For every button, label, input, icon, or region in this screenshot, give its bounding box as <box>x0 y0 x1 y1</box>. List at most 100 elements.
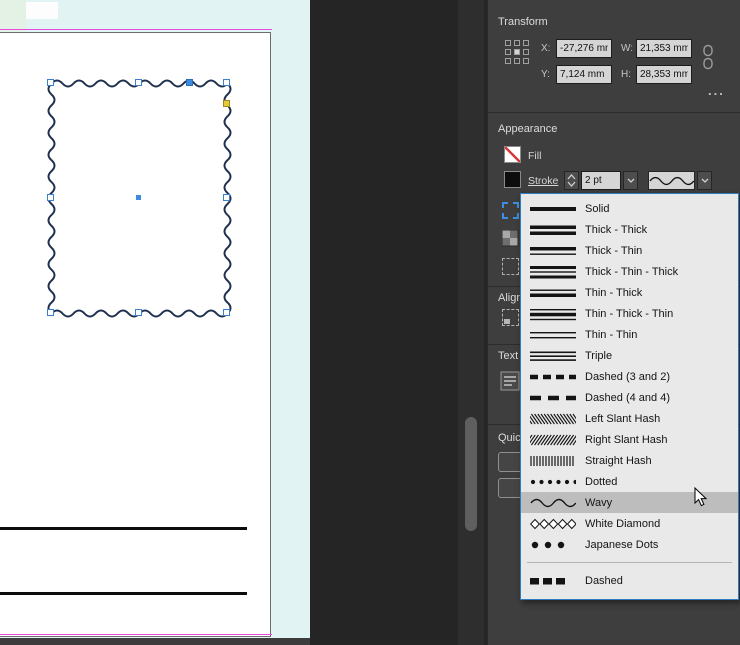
stroke-style-label: Japanese Dots <box>585 539 658 551</box>
stroke-style-option-dashed-4-and-4-[interactable]: Dashed (4 and 4) <box>521 387 738 408</box>
stroke-style-option-triple[interactable]: Triple <box>521 345 738 366</box>
stroke-style-label: Thin - Thick <box>585 287 642 299</box>
stroke-preview-left-slant-hash-icon <box>530 412 576 426</box>
document-window-edge <box>0 638 310 645</box>
stroke-preview-straight-hash-icon <box>530 454 576 468</box>
stroke-preview-wavy-icon <box>530 496 576 510</box>
stroke-weight-dropdown-button[interactable] <box>623 171 638 190</box>
dashed-square-blue-icon[interactable] <box>502 202 519 219</box>
reference-point-cell[interactable] <box>523 58 529 64</box>
stroke-link[interactable]: Stroke <box>528 175 558 187</box>
h-input[interactable] <box>636 65 692 84</box>
artwork-layer <box>0 0 310 645</box>
stroke-preview-thick-thin-icon <box>530 244 576 258</box>
fill-color-swatch[interactable] <box>504 146 521 163</box>
reference-point-cell[interactable] <box>514 40 520 46</box>
reference-point-cell[interactable] <box>505 49 511 55</box>
h-field-label: H: <box>621 69 631 80</box>
reference-point-cell[interactable] <box>505 58 511 64</box>
menu-separator <box>527 562 732 563</box>
stroke-style-label: Dashed (3 and 2) <box>585 371 670 383</box>
stroke-style-option-thick-thin[interactable]: Thick - Thin <box>521 240 738 261</box>
stroke-style-option-left-slant-hash[interactable]: Left Slant Hash <box>521 408 738 429</box>
stroke-preview-dashed-3-2-icon <box>530 370 576 384</box>
stroke-preview-dashed-custom-icon <box>530 574 576 588</box>
constrain-proportions-icon[interactable] <box>702 44 714 75</box>
stroke-style-option-dashed-3-and-2-[interactable]: Dashed (3 and 2) <box>521 366 738 387</box>
stroke-weight-stepper[interactable] <box>564 171 579 190</box>
object-center-point[interactable] <box>136 195 141 200</box>
stroke-style-option-thin-thick[interactable]: Thin - Thick <box>521 282 738 303</box>
w-field-label: W: <box>621 43 633 54</box>
stroke-preview-japanese-dots-icon <box>530 538 576 552</box>
mouse-cursor <box>694 487 708 507</box>
stroke-style-option-thin-thick-thin[interactable]: Thin - Thick - Thin <box>521 303 738 324</box>
stroke-style-option-japanese-dots[interactable]: Japanese Dots <box>521 534 738 555</box>
selection-handle[interactable] <box>47 194 54 201</box>
reference-point-cell[interactable] <box>514 58 520 64</box>
selection-handle[interactable] <box>47 79 54 86</box>
text-options-icon[interactable] <box>500 371 520 391</box>
stroke-style-option-right-slant-hash[interactable]: Right Slant Hash <box>521 429 738 450</box>
stroke-style-option-thick-thick[interactable]: Thick - Thick <box>521 219 738 240</box>
selection-handle[interactable] <box>223 194 230 201</box>
y-input[interactable] <box>556 65 612 84</box>
reference-point-cell[interactable] <box>523 40 529 46</box>
selection-handle[interactable] <box>223 79 230 86</box>
stroke-style-label: Thick - Thin <box>585 245 642 257</box>
x-field-label: X: <box>541 43 550 54</box>
stroke-preview-thin-thin-icon <box>530 328 576 342</box>
fill-label: Fill <box>528 150 541 162</box>
stroke-preview-dashed-4-4-icon <box>530 391 576 405</box>
appearance-section-title: Appearance <box>498 123 557 135</box>
selection-handle-yellow[interactable] <box>223 100 230 107</box>
y-field-label: Y: <box>541 69 550 80</box>
stroke-weight-input[interactable] <box>581 171 621 190</box>
reference-point-locator[interactable] <box>505 40 529 64</box>
stroke-style-option-straight-hash[interactable]: Straight Hash <box>521 450 738 471</box>
stroke-style-label: Thin - Thin <box>585 329 637 341</box>
vertical-scrollbar-track[interactable] <box>458 0 484 645</box>
selection-handle[interactable] <box>47 309 54 316</box>
stroke-style-label: Left Slant Hash <box>585 413 660 425</box>
reference-point-cell[interactable] <box>523 49 529 55</box>
stroke-style-label: Dashed <box>585 575 623 587</box>
stroke-style-preview[interactable] <box>648 171 695 190</box>
x-input[interactable] <box>556 39 612 58</box>
reference-point-cell[interactable] <box>505 40 511 46</box>
stroke-style-dropdown-menu: Solid Thick - Thick Thick - Thin Thick - Th… <box>520 193 739 600</box>
stroke-style-option-thick-thin-thick[interactable]: Thick - Thin - Thick <box>521 261 738 282</box>
reference-point-cell[interactable] <box>514 49 520 55</box>
stroke-style-label: White Diamond <box>585 518 660 530</box>
stroke-style-label: Dashed (4 and 4) <box>585 392 670 404</box>
dashed-square-gray-icon[interactable] <box>502 258 519 275</box>
transparency-grid-icon[interactable] <box>502 230 519 247</box>
transform-section-title: Transform <box>498 16 548 28</box>
stroke-preview-white-diamond-icon <box>530 517 576 531</box>
stroke-preview-right-slant-hash-icon <box>530 433 576 447</box>
selection-handle[interactable] <box>135 79 142 86</box>
text-section-title: Text <box>498 350 518 362</box>
stroke-style-dropdown-button[interactable] <box>697 171 712 190</box>
stroke-style-option-thin-thin[interactable]: Thin - Thin <box>521 324 738 345</box>
selection-handle[interactable] <box>135 309 142 316</box>
stroke-style-label: Right Slant Hash <box>585 434 668 446</box>
align-section-title: Align <box>498 292 522 304</box>
stroke-preview-dotted-icon <box>530 475 576 489</box>
stroke-style-label: Wavy <box>585 497 612 509</box>
transform-more-options-button[interactable]: ... <box>708 83 725 98</box>
align-objects-icon[interactable] <box>502 309 519 326</box>
document-viewport[interactable] <box>0 0 310 645</box>
stroke-style-option-solid[interactable]: Solid <box>521 198 738 219</box>
vertical-scrollbar-thumb[interactable] <box>465 417 477 531</box>
stroke-style-label: Thick - Thick <box>585 224 647 236</box>
stroke-preview-thin-thick-thin-icon <box>530 307 576 321</box>
stroke-style-label: Thin - Thick - Thin <box>585 308 673 320</box>
selection-handle[interactable] <box>223 309 230 316</box>
stroke-style-option-white-diamond[interactable]: White Diamond <box>521 513 738 534</box>
selection-handle-active[interactable] <box>186 79 193 86</box>
stroke-color-swatch[interactable] <box>504 171 521 188</box>
stroke-preview-thick-thin-thick-icon <box>530 265 576 279</box>
w-input[interactable] <box>636 39 692 58</box>
stroke-style-option-dashed[interactable]: Dashed <box>521 570 738 591</box>
